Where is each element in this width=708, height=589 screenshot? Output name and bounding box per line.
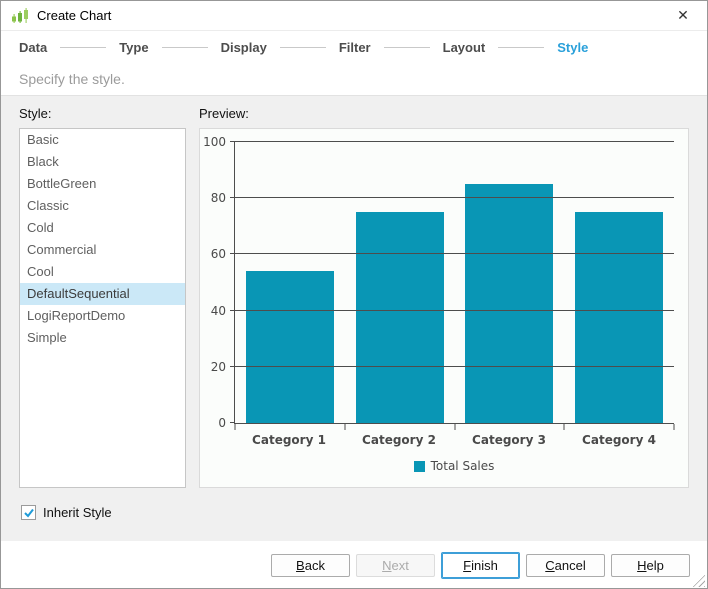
- x-tick: [674, 424, 675, 430]
- step-display[interactable]: Display: [221, 40, 267, 55]
- content-area: Style: Basic Black BottleGreen Classic C…: [1, 96, 707, 541]
- y-axis-label: 40: [211, 304, 226, 318]
- resize-grip[interactable]: [691, 573, 705, 587]
- style-item-classic[interactable]: Classic: [20, 195, 185, 217]
- chart-legend: Total Sales: [234, 459, 674, 473]
- window-title: Create Chart: [37, 8, 111, 23]
- gridline: [235, 197, 674, 198]
- style-list-label: Style:: [19, 106, 186, 121]
- style-item-logireportdemo[interactable]: LogiReportDemo: [20, 305, 185, 327]
- chart-preview: 020406080100 Category 1Category 2Categor…: [199, 128, 689, 488]
- y-axis-label: 80: [211, 191, 226, 205]
- step-separator: [60, 47, 106, 48]
- y-axis-label: 100: [203, 135, 226, 149]
- bar-slot: [235, 142, 345, 423]
- step-layout[interactable]: Layout: [443, 40, 486, 55]
- next-button: Next: [356, 554, 435, 577]
- x-tick: [564, 424, 565, 430]
- bar-slot: [564, 142, 674, 423]
- bar-category-1: [246, 271, 334, 423]
- chart-xlabels: Category 1Category 2Category 3Category 4: [234, 433, 674, 447]
- bar-category-2: [356, 212, 444, 423]
- gridline: [235, 253, 674, 254]
- gridline: [235, 141, 674, 142]
- step-separator: [384, 47, 430, 48]
- x-tick: [344, 424, 345, 430]
- title-bar: Create Chart ✕: [1, 1, 707, 31]
- y-tick: [230, 310, 235, 311]
- style-item-cool[interactable]: Cool: [20, 261, 185, 283]
- style-item-bottlegreen[interactable]: BottleGreen: [20, 173, 185, 195]
- x-tick: [235, 424, 236, 430]
- cancel-button[interactable]: Cancel: [526, 554, 605, 577]
- legend-series-name: Total Sales: [431, 459, 495, 473]
- y-tick: [230, 366, 235, 367]
- x-axis-label: Category 3: [454, 433, 564, 447]
- y-axis-label: 20: [211, 360, 226, 374]
- finish-button[interactable]: Finish: [441, 552, 520, 579]
- y-tick: [230, 253, 235, 254]
- step-separator: [498, 47, 544, 48]
- style-listbox[interactable]: Basic Black BottleGreen Classic Cold Com…: [19, 128, 186, 488]
- bar-slot: [345, 142, 455, 423]
- inherit-style-label: Inherit Style: [43, 505, 112, 520]
- step-separator: [280, 47, 326, 48]
- footer: Back Next Finish Cancel Help: [1, 541, 707, 589]
- step-data[interactable]: Data: [19, 40, 47, 55]
- style-item-black[interactable]: Black: [20, 151, 185, 173]
- back-button[interactable]: Back: [271, 554, 350, 577]
- legend-swatch: [414, 461, 425, 472]
- style-item-simple[interactable]: Simple: [20, 327, 185, 349]
- bar-slot: [455, 142, 565, 423]
- inherit-style-row: Inherit Style: [21, 505, 689, 520]
- preview-label: Preview:: [199, 106, 689, 121]
- step-filter[interactable]: Filter: [339, 40, 371, 55]
- bar-category-3: [465, 184, 553, 423]
- style-item-defaultsequential[interactable]: DefaultSequential: [20, 283, 185, 305]
- step-style[interactable]: Style: [557, 40, 588, 55]
- chart-app-icon: [11, 7, 29, 25]
- wizard-subtitle: Specify the style.: [1, 64, 707, 96]
- wizard-steps: Data Type Display Filter Layout Style: [1, 31, 707, 64]
- step-type[interactable]: Type: [119, 40, 148, 55]
- y-tick: [230, 197, 235, 198]
- x-axis-label: Category 1: [234, 433, 344, 447]
- close-icon[interactable]: ✕: [669, 2, 697, 30]
- x-tick: [454, 424, 455, 430]
- y-tick: [230, 422, 235, 423]
- gridline: [235, 310, 674, 311]
- style-item-commercial[interactable]: Commercial: [20, 239, 185, 261]
- style-item-cold[interactable]: Cold: [20, 217, 185, 239]
- x-axis-label: Category 2: [344, 433, 454, 447]
- chart-plot: 020406080100: [234, 142, 674, 424]
- chart-bars: [235, 142, 674, 423]
- help-button[interactable]: Help: [611, 554, 690, 577]
- checkmark-icon: [23, 507, 35, 519]
- y-axis-label: 0: [218, 416, 226, 430]
- step-separator: [162, 47, 208, 48]
- y-axis-label: 60: [211, 247, 226, 261]
- x-axis-label: Category 4: [564, 433, 674, 447]
- style-item-basic[interactable]: Basic: [20, 129, 185, 151]
- gridline: [235, 366, 674, 367]
- inherit-style-checkbox[interactable]: [21, 505, 36, 520]
- bar-category-4: [575, 212, 663, 423]
- y-tick: [230, 141, 235, 142]
- create-chart-dialog: Create Chart ✕ Data Type Display Filter …: [0, 0, 708, 589]
